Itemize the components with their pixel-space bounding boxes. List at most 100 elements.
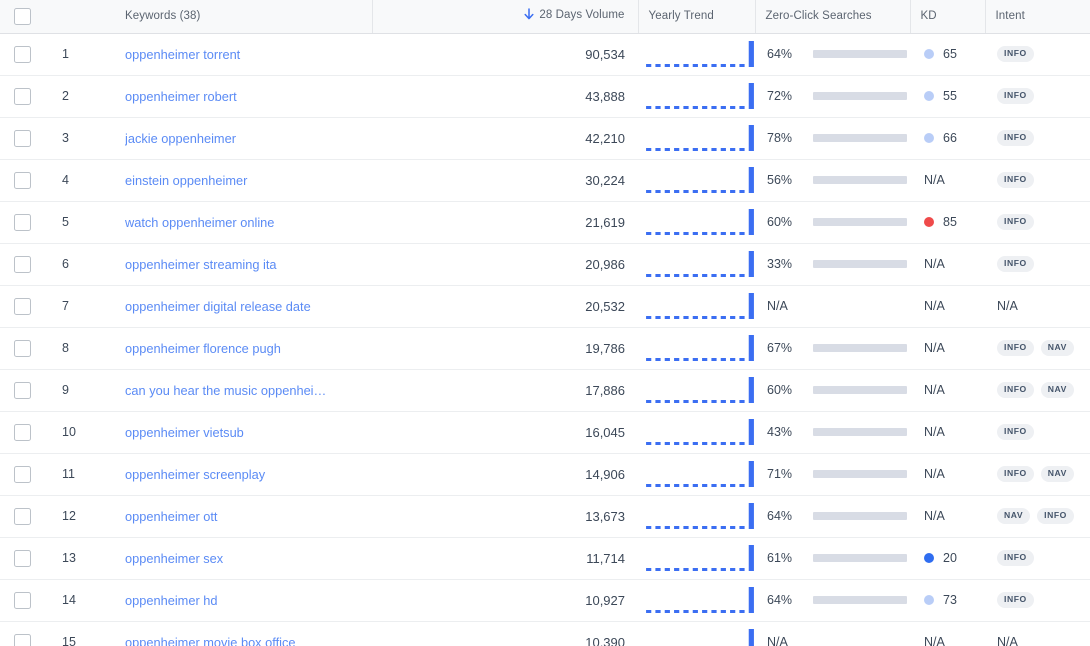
- intent-badge[interactable]: INFO: [997, 424, 1034, 440]
- row-checkbox[interactable]: [14, 549, 31, 567]
- intent-badge[interactable]: INFO: [1037, 508, 1074, 524]
- intent-badge[interactable]: NAV: [997, 508, 1031, 524]
- intent-badge[interactable]: INFO: [997, 340, 1034, 356]
- intent-badge-group: INFO: [997, 130, 1080, 146]
- intent-badge[interactable]: INFO: [997, 88, 1034, 104]
- row-checkbox[interactable]: [14, 507, 31, 525]
- column-header-volume[interactable]: 28 Days Volume: [372, 0, 639, 34]
- keyword-cell: oppenheimer torrent: [115, 33, 372, 76]
- kd-cell: 55: [910, 75, 985, 118]
- yearly-trend-sparkline: [638, 75, 755, 118]
- row-checkbox[interactable]: [14, 129, 31, 147]
- intent-badge-group: INFO NAV: [997, 340, 1080, 356]
- row-checkbox[interactable]: [14, 339, 31, 357]
- keyword-link[interactable]: oppenheimer hd: [125, 593, 362, 608]
- intent-badge[interactable]: NAV: [1040, 382, 1074, 398]
- row-checkbox[interactable]: [14, 381, 31, 399]
- kd-cell: N/A: [910, 411, 985, 454]
- kd-cell: N/A: [910, 243, 985, 286]
- keyword-link[interactable]: oppenheimer digital release date: [125, 299, 362, 314]
- keyword-link[interactable]: oppenheimer vietsub: [125, 425, 362, 440]
- keyword-link[interactable]: oppenheimer screenplay: [125, 467, 362, 482]
- column-header-trend[interactable]: Yearly Trend: [638, 0, 756, 34]
- kd-na: N/A: [924, 257, 945, 271]
- intent-cell: INFO: [985, 75, 1090, 118]
- intent-badge[interactable]: INFO: [997, 130, 1034, 146]
- column-header-kd[interactable]: KD: [910, 0, 986, 34]
- zero-click-track: [813, 344, 907, 352]
- intent-badge[interactable]: NAV: [1040, 466, 1074, 482]
- row-checkbox[interactable]: [14, 87, 31, 105]
- select-all-checkbox[interactable]: [14, 7, 31, 25]
- keyword-link[interactable]: watch oppenheimer online: [125, 215, 362, 230]
- zero-click-meter: 67%: [767, 341, 907, 355]
- yearly-trend-sparkline: [638, 285, 755, 328]
- kd-difficulty-dot-icon: [924, 133, 934, 143]
- keyword-link[interactable]: can you hear the music oppenhei…: [125, 383, 362, 398]
- zero-click-cell: 56%: [755, 159, 910, 202]
- intent-badge[interactable]: NAV: [1040, 340, 1074, 356]
- table-row[interactable]: 15 oppenheimer movie box office 10,390 N…: [0, 621, 1090, 646]
- table-row[interactable]: 12 oppenheimer ott 13,673 64% N/A NAV INF…: [0, 495, 1090, 538]
- column-header-zero-click[interactable]: Zero-Click Searches: [755, 0, 911, 34]
- intent-badge[interactable]: INFO: [997, 214, 1034, 230]
- kd-value: 85: [943, 215, 957, 229]
- volume-value: 10,390: [372, 621, 638, 646]
- volume-value: 20,986: [372, 243, 638, 286]
- table-row[interactable]: 6 oppenheimer streaming ita 20,986 33% N…: [0, 243, 1090, 286]
- keyword-link[interactable]: oppenheimer streaming ita: [125, 257, 362, 272]
- intent-badge[interactable]: INFO: [997, 172, 1034, 188]
- keyword-link[interactable]: oppenheimer florence pugh: [125, 341, 362, 356]
- keyword-cell: oppenheimer florence pugh: [115, 327, 372, 370]
- keyword-link[interactable]: oppenheimer robert: [125, 89, 362, 104]
- table-row[interactable]: 2 oppenheimer robert 43,888 72% 55 INFO: [0, 75, 1090, 118]
- table-row[interactable]: 3 jackie oppenheimer 42,210 78% 66 INFO: [0, 117, 1090, 160]
- keyword-link[interactable]: oppenheimer movie box office: [125, 635, 362, 646]
- keyword-link[interactable]: jackie oppenheimer: [125, 131, 362, 146]
- zero-click-cell: 60%: [755, 201, 910, 244]
- intent-badge[interactable]: INFO: [997, 550, 1034, 566]
- intent-badge-group: INFO NAV: [997, 382, 1080, 398]
- table-row[interactable]: 9 can you hear the music oppenhei… 17,88…: [0, 369, 1090, 412]
- zero-click-meter: 61%: [767, 551, 907, 565]
- intent-badge[interactable]: INFO: [997, 592, 1034, 608]
- keyword-link[interactable]: einstein oppenheimer: [125, 173, 362, 188]
- row-checkbox[interactable]: [14, 45, 31, 63]
- row-checkbox[interactable]: [14, 171, 31, 189]
- table-row[interactable]: 5 watch oppenheimer online 21,619 60% 85…: [0, 201, 1090, 244]
- row-checkbox[interactable]: [14, 255, 31, 273]
- table-row[interactable]: 4 einstein oppenheimer 30,224 56% N/A IN…: [0, 159, 1090, 202]
- table-row[interactable]: 13 oppenheimer sex 11,714 61% 20 INFO: [0, 537, 1090, 580]
- column-header-keywords[interactable]: Keywords (38): [115, 0, 373, 34]
- row-checkbox[interactable]: [14, 297, 31, 315]
- zero-click-percent: 60%: [767, 215, 793, 229]
- table-row[interactable]: 1 oppenheimer torrent 90,534 64% 65 INFO: [0, 33, 1090, 76]
- keyword-link[interactable]: oppenheimer torrent: [125, 47, 362, 62]
- keyword-link[interactable]: oppenheimer sex: [125, 551, 362, 566]
- row-checkbox[interactable]: [14, 591, 31, 609]
- kd-value-group: 55: [924, 89, 975, 103]
- table-row[interactable]: 14 oppenheimer hd 10,927 64% 73 INFO: [0, 579, 1090, 622]
- intent-badge[interactable]: INFO: [997, 382, 1034, 398]
- intent-badge[interactable]: INFO: [997, 466, 1034, 482]
- column-header-intent[interactable]: Intent: [985, 0, 1090, 34]
- table-row[interactable]: 11 oppenheimer screenplay 14,906 71% N/A…: [0, 453, 1090, 496]
- zero-click-cell: 71%: [755, 453, 910, 496]
- keyword-link[interactable]: oppenheimer ott: [125, 509, 362, 524]
- table-row[interactable]: 7 oppenheimer digital release date 20,53…: [0, 285, 1090, 328]
- row-checkbox[interactable]: [14, 423, 31, 441]
- kd-value-group: 20: [924, 551, 975, 565]
- zero-click-cell: 64%: [755, 495, 910, 538]
- column-header-trend-label: Yearly Trend: [648, 10, 714, 23]
- row-number: 5: [48, 201, 115, 244]
- row-checkbox[interactable]: [14, 213, 31, 231]
- row-checkbox[interactable]: [14, 465, 31, 483]
- row-checkbox[interactable]: [14, 633, 31, 646]
- zero-click-percent: 56%: [767, 173, 793, 187]
- table-row[interactable]: 10 oppenheimer vietsub 16,045 43% N/A IN…: [0, 411, 1090, 454]
- zero-click-cell: N/A: [755, 621, 910, 646]
- row-number: 2: [48, 75, 115, 118]
- intent-badge[interactable]: INFO: [997, 256, 1034, 272]
- table-row[interactable]: 8 oppenheimer florence pugh 19,786 67% N…: [0, 327, 1090, 370]
- intent-badge[interactable]: INFO: [997, 46, 1034, 62]
